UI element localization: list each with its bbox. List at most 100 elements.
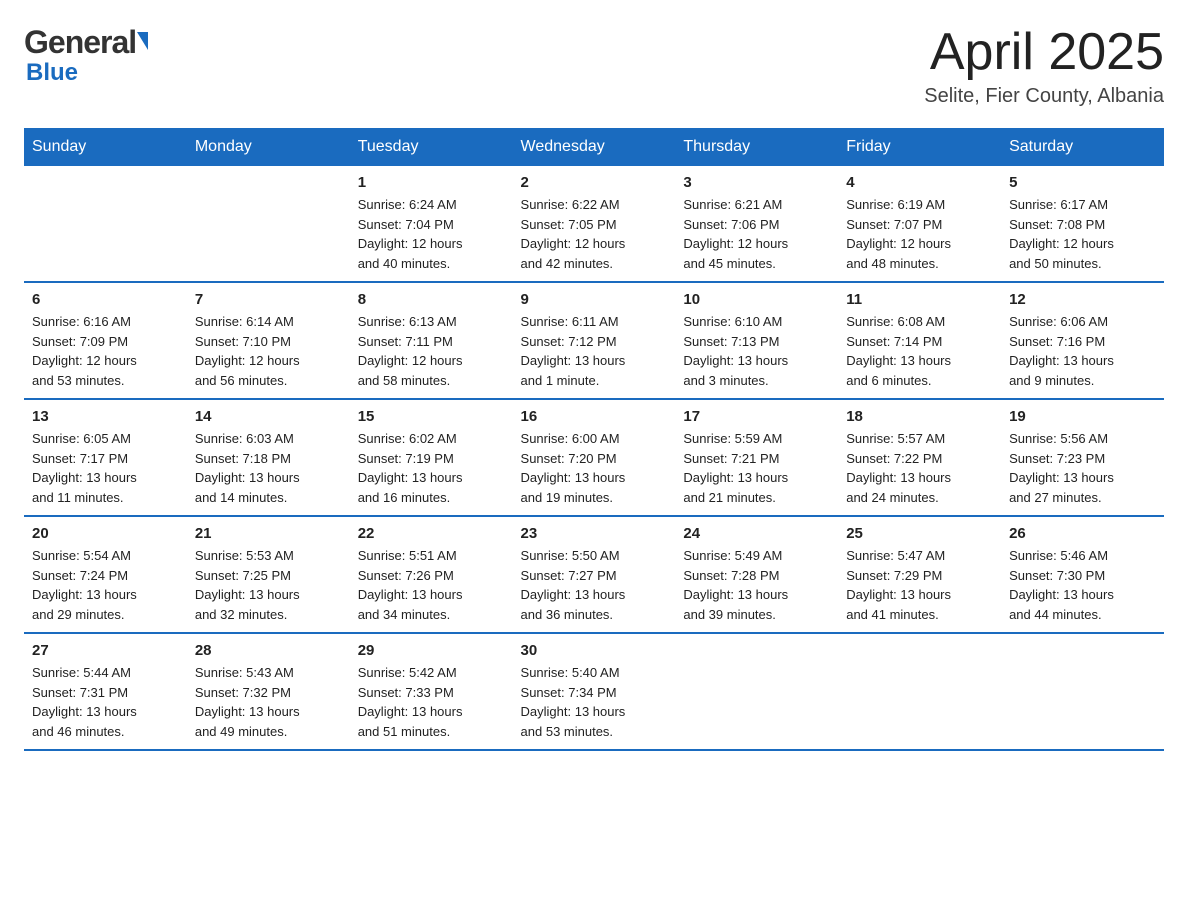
day-cell: 8 Sunrise: 6:13 AM Sunset: 7:11 PM Daylig…	[350, 282, 513, 399]
day-info: Sunrise: 6:14 AM Sunset: 7:10 PM Dayligh…	[195, 312, 342, 390]
day-cell: 21 Sunrise: 5:53 AM Sunset: 7:25 PM Dayli…	[187, 516, 350, 633]
day-info: Sunrise: 5:40 AM Sunset: 7:34 PM Dayligh…	[521, 663, 668, 741]
day-cell	[675, 633, 838, 750]
day-number: 21	[195, 525, 342, 542]
day-info: Sunrise: 6:08 AM Sunset: 7:14 PM Dayligh…	[846, 312, 993, 390]
day-cell	[24, 166, 187, 282]
header-cell-wednesday: Wednesday	[513, 128, 676, 166]
day-info: Sunrise: 5:54 AM Sunset: 7:24 PM Dayligh…	[32, 546, 179, 624]
day-number: 9	[521, 291, 668, 308]
day-number: 29	[358, 642, 505, 659]
day-info: Sunrise: 6:22 AM Sunset: 7:05 PM Dayligh…	[521, 195, 668, 273]
day-number: 17	[683, 408, 830, 425]
day-info: Sunrise: 6:13 AM Sunset: 7:11 PM Dayligh…	[358, 312, 505, 390]
day-info: Sunrise: 5:57 AM Sunset: 7:22 PM Dayligh…	[846, 429, 993, 507]
day-number: 14	[195, 408, 342, 425]
day-cell: 23 Sunrise: 5:50 AM Sunset: 7:27 PM Dayli…	[513, 516, 676, 633]
day-cell: 26 Sunrise: 5:46 AM Sunset: 7:30 PM Dayli…	[1001, 516, 1164, 633]
day-number: 12	[1009, 291, 1156, 308]
day-info: Sunrise: 5:50 AM Sunset: 7:27 PM Dayligh…	[521, 546, 668, 624]
header-cell-monday: Monday	[187, 128, 350, 166]
day-cell: 17 Sunrise: 5:59 AM Sunset: 7:21 PM Dayli…	[675, 399, 838, 516]
day-info: Sunrise: 6:05 AM Sunset: 7:17 PM Dayligh…	[32, 429, 179, 507]
day-cell: 29Sunrise: 5:42 AM Sunset: 7:33 PM Dayli…	[350, 633, 513, 750]
logo-blue-text: Blue	[26, 59, 148, 87]
day-cell: 10 Sunrise: 6:10 AM Sunset: 7:13 PM Dayli…	[675, 282, 838, 399]
day-number: 30	[521, 642, 668, 659]
week-row-4: 20 Sunrise: 5:54 AM Sunset: 7:24 PM Dayli…	[24, 516, 1164, 633]
day-info: Sunrise: 5:46 AM Sunset: 7:30 PM Dayligh…	[1009, 546, 1156, 624]
day-number: 19	[1009, 408, 1156, 425]
header-cell-friday: Friday	[838, 128, 1001, 166]
day-info: Sunrise: 6:10 AM Sunset: 7:13 PM Dayligh…	[683, 312, 830, 390]
day-cell: 14 Sunrise: 6:03 AM Sunset: 7:18 PM Dayli…	[187, 399, 350, 516]
day-cell: 13 Sunrise: 6:05 AM Sunset: 7:17 PM Dayli…	[24, 399, 187, 516]
day-cell: 6 Sunrise: 6:16 AM Sunset: 7:09 PM Daylig…	[24, 282, 187, 399]
week-row-1: 1Sunrise: 6:24 AM Sunset: 7:04 PM Daylig…	[24, 166, 1164, 282]
day-number: 7	[195, 291, 342, 308]
day-cell: 22 Sunrise: 5:51 AM Sunset: 7:26 PM Dayli…	[350, 516, 513, 633]
day-info: Sunrise: 5:49 AM Sunset: 7:28 PM Dayligh…	[683, 546, 830, 624]
day-number: 27	[32, 642, 179, 659]
month-title: April 2025	[924, 24, 1164, 81]
day-number: 5	[1009, 174, 1156, 191]
day-info: Sunrise: 5:47 AM Sunset: 7:29 PM Dayligh…	[846, 546, 993, 624]
logo-arrow-icon	[137, 32, 148, 50]
day-cell: 9 Sunrise: 6:11 AM Sunset: 7:12 PM Daylig…	[513, 282, 676, 399]
header-cell-saturday: Saturday	[1001, 128, 1164, 166]
calendar-body: 1Sunrise: 6:24 AM Sunset: 7:04 PM Daylig…	[24, 166, 1164, 750]
day-info: Sunrise: 6:19 AM Sunset: 7:07 PM Dayligh…	[846, 195, 993, 273]
day-number: 3	[683, 174, 830, 191]
day-cell: 16Sunrise: 6:00 AM Sunset: 7:20 PM Dayli…	[513, 399, 676, 516]
day-cell: 12 Sunrise: 6:06 AM Sunset: 7:16 PM Dayli…	[1001, 282, 1164, 399]
day-info: Sunrise: 5:43 AM Sunset: 7:32 PM Dayligh…	[195, 663, 342, 741]
week-row-2: 6 Sunrise: 6:16 AM Sunset: 7:09 PM Daylig…	[24, 282, 1164, 399]
week-row-3: 13 Sunrise: 6:05 AM Sunset: 7:17 PM Dayli…	[24, 399, 1164, 516]
day-number: 24	[683, 525, 830, 542]
day-number: 25	[846, 525, 993, 542]
day-number: 20	[32, 525, 179, 542]
week-row-5: 27 Sunrise: 5:44 AM Sunset: 7:31 PM Dayli…	[24, 633, 1164, 750]
day-info: Sunrise: 5:53 AM Sunset: 7:25 PM Dayligh…	[195, 546, 342, 624]
day-info: Sunrise: 6:16 AM Sunset: 7:09 PM Dayligh…	[32, 312, 179, 390]
day-number: 6	[32, 291, 179, 308]
day-number: 10	[683, 291, 830, 308]
day-cell: 2Sunrise: 6:22 AM Sunset: 7:05 PM Daylig…	[513, 166, 676, 282]
location-title: Selite, Fier County, Albania	[924, 85, 1164, 108]
day-number: 28	[195, 642, 342, 659]
day-info: Sunrise: 6:11 AM Sunset: 7:12 PM Dayligh…	[521, 312, 668, 390]
day-cell	[838, 633, 1001, 750]
day-cell: 19Sunrise: 5:56 AM Sunset: 7:23 PM Dayli…	[1001, 399, 1164, 516]
day-number: 23	[521, 525, 668, 542]
day-number: 15	[358, 408, 505, 425]
day-info: Sunrise: 6:21 AM Sunset: 7:06 PM Dayligh…	[683, 195, 830, 273]
day-info: Sunrise: 6:06 AM Sunset: 7:16 PM Dayligh…	[1009, 312, 1156, 390]
day-cell: 1Sunrise: 6:24 AM Sunset: 7:04 PM Daylig…	[350, 166, 513, 282]
day-cell	[187, 166, 350, 282]
logo: General Blue	[24, 24, 148, 87]
header-cell-sunday: Sunday	[24, 128, 187, 166]
calendar-table: SundayMondayTuesdayWednesdayThursdayFrid…	[24, 128, 1164, 751]
header-cell-tuesday: Tuesday	[350, 128, 513, 166]
day-info: Sunrise: 6:17 AM Sunset: 7:08 PM Dayligh…	[1009, 195, 1156, 273]
day-cell: 4 Sunrise: 6:19 AM Sunset: 7:07 PM Daylig…	[838, 166, 1001, 282]
day-number: 22	[358, 525, 505, 542]
day-number: 8	[358, 291, 505, 308]
day-info: Sunrise: 5:44 AM Sunset: 7:31 PM Dayligh…	[32, 663, 179, 741]
day-number: 13	[32, 408, 179, 425]
day-info: Sunrise: 5:59 AM Sunset: 7:21 PM Dayligh…	[683, 429, 830, 507]
day-number: 11	[846, 291, 993, 308]
day-cell: 5 Sunrise: 6:17 AM Sunset: 7:08 PM Daylig…	[1001, 166, 1164, 282]
day-cell	[1001, 633, 1164, 750]
day-cell: 30 Sunrise: 5:40 AM Sunset: 7:34 PM Dayli…	[513, 633, 676, 750]
day-cell: 27 Sunrise: 5:44 AM Sunset: 7:31 PM Dayli…	[24, 633, 187, 750]
day-cell: 3 Sunrise: 6:21 AM Sunset: 7:06 PM Daylig…	[675, 166, 838, 282]
day-cell: 7 Sunrise: 6:14 AM Sunset: 7:10 PM Daylig…	[187, 282, 350, 399]
day-info: Sunrise: 5:51 AM Sunset: 7:26 PM Dayligh…	[358, 546, 505, 624]
day-number: 4	[846, 174, 993, 191]
day-number: 26	[1009, 525, 1156, 542]
day-number: 16	[521, 408, 668, 425]
day-info: Sunrise: 6:03 AM Sunset: 7:18 PM Dayligh…	[195, 429, 342, 507]
day-cell: 25 Sunrise: 5:47 AM Sunset: 7:29 PM Dayli…	[838, 516, 1001, 633]
day-info: Sunrise: 6:02 AM Sunset: 7:19 PM Dayligh…	[358, 429, 505, 507]
